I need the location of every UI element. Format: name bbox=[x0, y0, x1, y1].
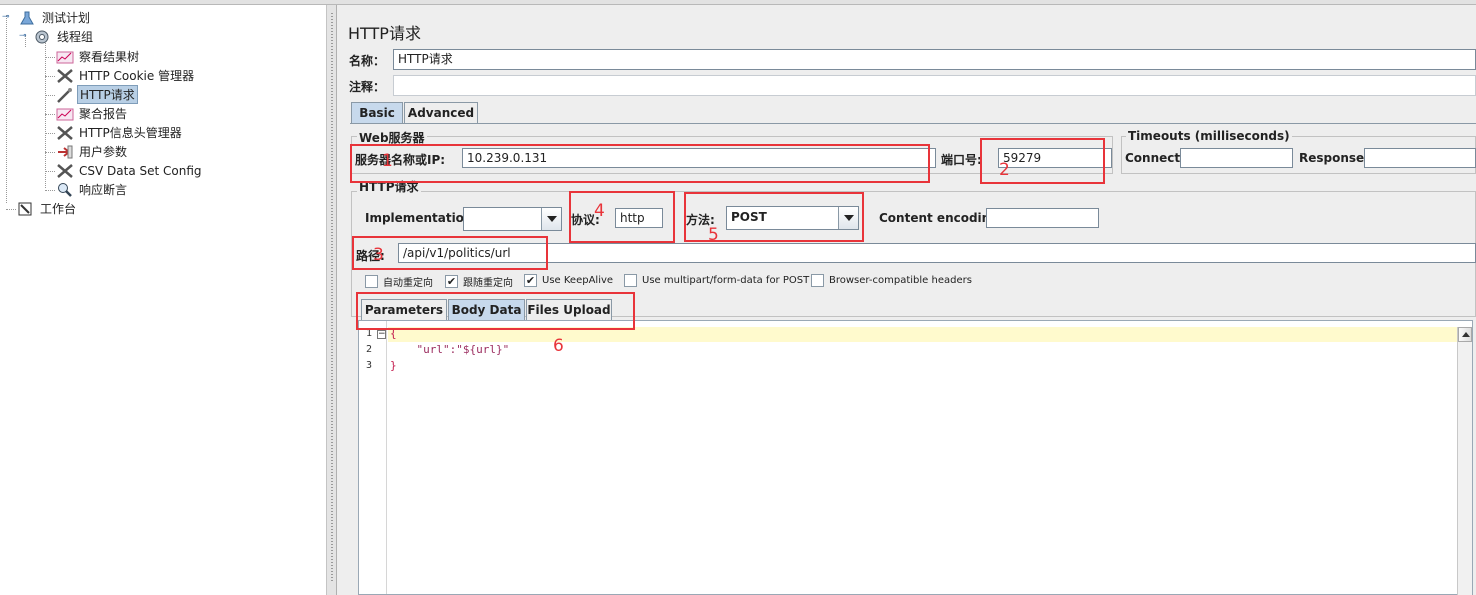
test-plan-icon bbox=[19, 10, 37, 26]
body-data-editor[interactable]: 1 2 3 − { "url":"${url}" } bbox=[358, 320, 1473, 595]
tree-item-test-plan[interactable]: ⊸ 测试计划 bbox=[0, 8, 92, 27]
tools-icon bbox=[56, 163, 74, 179]
response-input[interactable] bbox=[1364, 148, 1476, 168]
test-plan-tree: ⊸ 测试计划 ⊸ 线程组 察看结果树 HTTP Cookie 管理器 HTTP请… bbox=[0, 5, 326, 595]
tab-advanced[interactable]: Advanced bbox=[404, 102, 478, 124]
tab-divider bbox=[350, 123, 1476, 124]
arrow-right-icon bbox=[56, 144, 74, 160]
fold-collapse-icon[interactable]: − bbox=[377, 330, 386, 339]
tree-item-response-assertion[interactable]: 响应断言 bbox=[56, 180, 129, 199]
timeouts-legend: Timeouts (milliseconds) bbox=[1126, 129, 1292, 143]
gear-icon bbox=[34, 29, 52, 45]
tree-item-label: 测试计划 bbox=[42, 11, 91, 25]
chart-icon bbox=[56, 49, 74, 65]
connect-input[interactable] bbox=[1180, 148, 1293, 168]
name-label: 名称： bbox=[349, 54, 386, 68]
tree-item-label: 聚合报告 bbox=[79, 107, 128, 121]
port-label: 端口号: bbox=[941, 153, 982, 167]
tab-basic[interactable]: Basic bbox=[351, 102, 403, 124]
tree-item-label: 工作台 bbox=[40, 202, 77, 216]
annotation-box-protocol bbox=[569, 191, 675, 243]
tree-item-cookie-manager[interactable]: HTTP Cookie 管理器 bbox=[56, 66, 196, 85]
response-label: Response: bbox=[1299, 151, 1369, 165]
checkbox-label: Use KeepAlive bbox=[542, 275, 614, 286]
tree-item-thread-group[interactable]: ⊸ 线程组 bbox=[19, 27, 95, 46]
chevron-down-icon[interactable] bbox=[541, 208, 561, 230]
path-input[interactable]: /api/v1/politics/url bbox=[398, 243, 1476, 263]
checkbox-label: 自动重定向 bbox=[383, 278, 433, 289]
tree-item-label: CSV Data Set Config bbox=[79, 163, 202, 178]
checkbox-label: Browser-compatible headers bbox=[829, 275, 972, 286]
tree-item-user-parameters[interactable]: 用户参数 bbox=[56, 142, 129, 161]
checkbox-follow-redirects[interactable]: ✔ 跟随重定向 bbox=[445, 274, 513, 289]
code-line-2: "url":"${url}" bbox=[390, 343, 510, 356]
tree-item-aggregate-report[interactable]: 聚合报告 bbox=[56, 104, 129, 123]
tree-item-header-manager[interactable]: HTTP信息头管理器 bbox=[56, 123, 184, 142]
content-encoding-input[interactable] bbox=[986, 208, 1099, 228]
line-number: 3 bbox=[365, 360, 372, 371]
splitter-handle[interactable] bbox=[326, 5, 337, 595]
chart-icon bbox=[56, 106, 74, 122]
tree-item-label: 察看结果树 bbox=[79, 50, 140, 64]
checkbox-multipart[interactable]: Use multipart/form-data for POST bbox=[624, 274, 809, 287]
checkbox-box[interactable] bbox=[624, 274, 637, 287]
magnifier-icon bbox=[56, 182, 74, 198]
comment-input[interactable] bbox=[393, 75, 1476, 96]
implementation-label: Implementation: bbox=[365, 211, 478, 225]
annotation-number: 2 bbox=[999, 160, 1010, 180]
expand-knob-icon[interactable]: ⊸ bbox=[19, 32, 28, 41]
vertical-scrollbar[interactable] bbox=[1457, 327, 1472, 595]
tree-item-label: 响应断言 bbox=[79, 183, 128, 197]
checkmark-icon[interactable]: ✔ bbox=[445, 275, 458, 288]
tree-item-view-results[interactable]: 察看结果树 bbox=[56, 47, 141, 66]
checkbox-label: 跟随重定向 bbox=[463, 278, 513, 289]
annotation-number: 3 bbox=[373, 245, 384, 265]
tree-item-label: HTTP信息头管理器 bbox=[79, 126, 182, 140]
tree-item-label: 线程组 bbox=[57, 30, 94, 44]
implementation-select[interactable] bbox=[463, 207, 562, 231]
code-line-3: } bbox=[390, 359, 397, 372]
content-encoding-label: Content encoding: bbox=[879, 211, 1004, 225]
checkbox-box[interactable] bbox=[365, 275, 378, 288]
tree-item-http-request[interactable]: HTTP请求 bbox=[56, 85, 138, 104]
tree-item-workbench[interactable]: 工作台 bbox=[17, 199, 78, 218]
annotation-number: 1 bbox=[382, 151, 393, 171]
scroll-up-arrow-icon[interactable] bbox=[1458, 327, 1472, 342]
workbench-icon bbox=[17, 201, 35, 217]
tree-item-label: HTTP Cookie 管理器 bbox=[79, 69, 195, 83]
comment-label: 注释： bbox=[349, 80, 386, 94]
checkbox-label: Use multipart/form-data for POST bbox=[642, 275, 810, 286]
connect-label: Connect: bbox=[1125, 151, 1185, 165]
annotation-box-server bbox=[350, 144, 930, 183]
page-title: HTTP请求 bbox=[348, 24, 421, 43]
line-number-gutter: 1 2 3 − bbox=[359, 321, 387, 594]
line-number: 2 bbox=[365, 344, 372, 355]
checkbox-browser-headers[interactable]: Browser-compatible headers bbox=[811, 274, 972, 287]
annotation-number: 4 bbox=[594, 201, 605, 221]
annotation-number: 5 bbox=[708, 225, 719, 245]
checkbox-auto-redirect[interactable]: 自动重定向 bbox=[365, 274, 433, 289]
checkbox-keepalive[interactable]: ✔ Use KeepAlive bbox=[524, 274, 613, 287]
tools-icon bbox=[56, 68, 74, 84]
checkmark-icon[interactable]: ✔ bbox=[524, 274, 537, 287]
checkbox-box[interactable] bbox=[811, 274, 824, 287]
tree-item-csv-config[interactable]: CSV Data Set Config bbox=[56, 161, 204, 180]
name-input[interactable]: HTTP请求 bbox=[393, 49, 1476, 70]
pipette-icon bbox=[56, 87, 74, 103]
annotation-box-subtabs bbox=[356, 292, 635, 330]
expand-knob-icon[interactable]: ⊸ bbox=[2, 13, 11, 22]
tree-item-label-selected: HTTP请求 bbox=[77, 85, 138, 104]
tools-icon bbox=[56, 125, 74, 141]
tree-item-label: 用户参数 bbox=[79, 145, 128, 159]
annotation-number: 6 bbox=[553, 336, 564, 356]
